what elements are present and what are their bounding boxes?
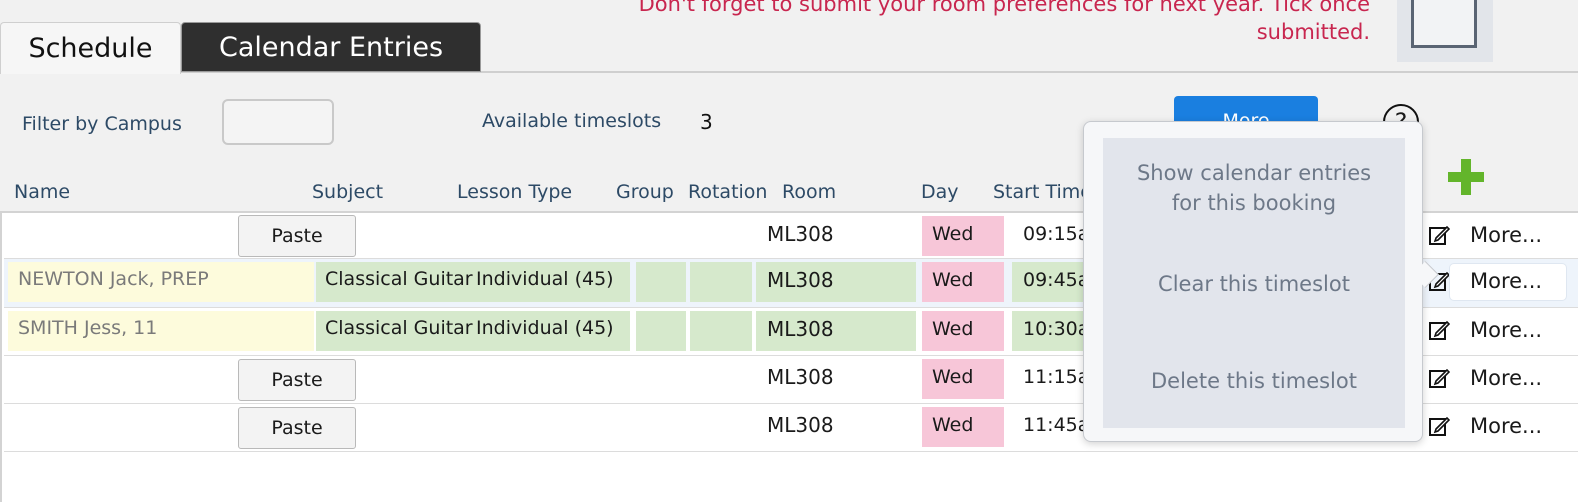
group-cell [636, 311, 686, 351]
filter-campus-label: Filter by Campus [22, 113, 182, 135]
room-cell: ML308 [767, 413, 834, 437]
paste-button[interactable]: Paste [238, 359, 356, 401]
edit-icon[interactable] [1428, 319, 1450, 341]
edit-icon[interactable] [1428, 367, 1450, 389]
paste-button[interactable]: Paste [238, 215, 356, 257]
room-preference-notice: Don't forget to submit your room prefere… [470, 0, 1370, 46]
more-link[interactable]: More... [1450, 264, 1566, 300]
add-icon[interactable] [1446, 159, 1486, 195]
subject-text: Classical Guitar [325, 317, 473, 339]
available-timeslots-label: Available timeslots [482, 110, 662, 132]
day-cell: Wed [922, 407, 1004, 447]
menu-item-show-calendar-line-2: for this booking [1171, 191, 1337, 215]
edit-icon[interactable] [1428, 415, 1450, 437]
col-header-rotation[interactable]: Rotation [688, 181, 767, 203]
edit-icon[interactable] [1428, 224, 1450, 246]
notice-checkbox-container [1397, 0, 1493, 62]
more-link[interactable]: More... [1450, 361, 1566, 397]
more-link[interactable]: More... [1450, 313, 1566, 349]
col-header-room[interactable]: Room [782, 181, 836, 203]
submitted-checkbox[interactable] [1411, 0, 1477, 48]
day-cell: Wed [922, 311, 1004, 351]
available-timeslots-count: 3 [700, 110, 713, 134]
menu-item-delete-timeslot[interactable]: Delete this timeslot [1103, 366, 1405, 396]
menu-item-show-calendar-entries[interactable]: Show calendar entries for this booking [1103, 158, 1405, 218]
group-cell [636, 262, 686, 302]
student-name-cell[interactable]: NEWTON Jack, PREP [8, 262, 314, 302]
col-header-group[interactable]: Group [616, 181, 674, 203]
col-header-day[interactable]: Day [921, 181, 959, 203]
menu-item-show-calendar-line-1: Show calendar entries [1136, 161, 1372, 185]
popover-menu: Show calendar entries for this booking C… [1103, 138, 1405, 428]
room-cell: ML308 [756, 262, 916, 302]
rotation-cell [690, 311, 752, 351]
more-link[interactable]: More... [1450, 218, 1566, 254]
col-header-start-time[interactable]: Start Time [993, 181, 1083, 203]
more-options-popover: Show calendar entries for this booking C… [1083, 121, 1423, 442]
student-name-cell[interactable]: SMITH Jess, 11 [8, 311, 314, 351]
day-cell: Wed [922, 216, 1004, 256]
lesson-type-text: Individual (45) [476, 317, 614, 339]
room-cell: ML308 [756, 311, 916, 351]
paste-button[interactable]: Paste [238, 407, 356, 449]
filter-campus-input[interactable] [222, 99, 334, 145]
subject-text: Classical Guitar [325, 268, 473, 290]
notice-line-2: submitted. [1256, 20, 1370, 44]
menu-item-clear-timeslot[interactable]: Clear this timeslot [1103, 269, 1405, 299]
col-header-lesson-type[interactable]: Lesson Type [457, 181, 572, 203]
subject-cell: Classical Guitar Individual (45) [316, 262, 630, 302]
lesson-type-text: Individual (45) [476, 268, 614, 290]
col-header-subject[interactable]: Subject [312, 181, 383, 203]
col-header-name[interactable]: Name [14, 181, 70, 203]
day-cell: Wed [922, 262, 1004, 302]
more-link[interactable]: More... [1450, 409, 1566, 445]
subject-cell: Classical Guitar Individual (45) [316, 311, 630, 351]
room-cell: ML308 [767, 222, 834, 246]
notice-line-1: Don't forget to submit your room prefere… [638, 0, 1370, 16]
tab-calendar-entries[interactable]: Calendar Entries [181, 22, 481, 72]
rotation-cell [690, 262, 752, 302]
room-cell: ML308 [767, 365, 834, 389]
tab-schedule[interactable]: Schedule [0, 22, 181, 74]
day-cell: Wed [922, 359, 1004, 399]
